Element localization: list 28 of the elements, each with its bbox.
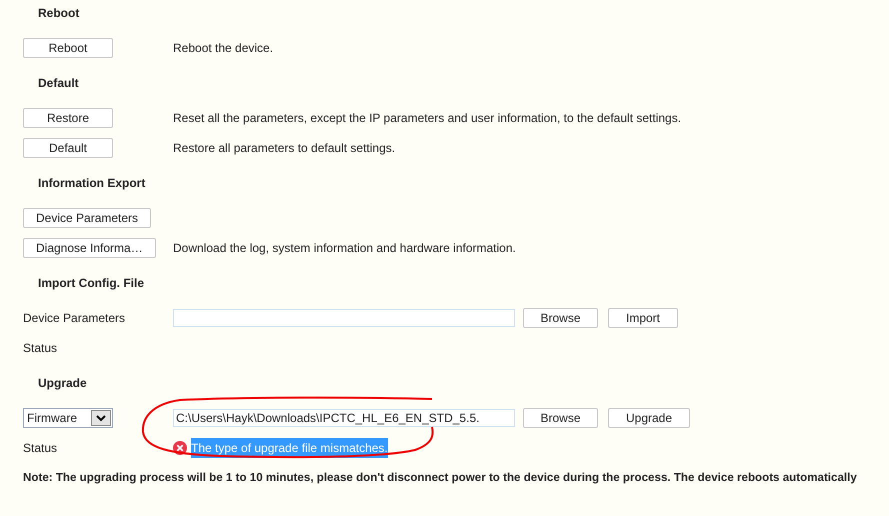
- type-dropdown[interactable]: Firmware: [23, 408, 113, 428]
- status-message: The type of upgrade file mismatches.: [191, 438, 388, 458]
- button[interactable]: Import: [608, 308, 678, 328]
- status-label: Status: [23, 440, 58, 457]
- section-heading: Upgrade: [38, 375, 88, 392]
- file-path-field[interactable]: C:\Users\Hayk\Downloads\IPCTC_HL_E6_EN_STD_5.5.: [173, 409, 515, 427]
- button[interactable]: Browse: [523, 408, 598, 428]
- section-heading: Default: [38, 75, 80, 92]
- button[interactable]: Device Parameters: [23, 208, 152, 228]
- note-text: Note: The upgrading process will be 1 to 10 minutes, please don't disconnect power to the device during the process. The device reboots automatically: [23, 470, 858, 486]
- button[interactable]: Diagnose Informa…: [23, 238, 156, 258]
- field-label: Device Parameters: [23, 310, 126, 327]
- button[interactable]: Reboot: [23, 38, 113, 58]
- section-heading: Import Config. File: [38, 275, 145, 292]
- button[interactable]: Browse: [523, 308, 598, 328]
- status-label: Status: [23, 340, 58, 357]
- description-text: Reset all the parameters, except the IP parameters and user information, to the default settings.: [173, 110, 682, 127]
- description-text: Download the log, system information and hardware information.: [173, 240, 516, 257]
- button[interactable]: Upgrade: [608, 408, 690, 428]
- dropdown-value: Firmware: [27, 410, 77, 427]
- file-path-field[interactable]: [173, 309, 515, 327]
- chevron-down-icon[interactable]: [96, 414, 106, 422]
- description-text: Reboot the device.: [173, 40, 274, 57]
- description-text: Restore all parameters to default settings.: [173, 140, 396, 157]
- section-heading: Information Export: [38, 175, 146, 192]
- button[interactable]: Default: [23, 138, 113, 158]
- section-heading: Reboot: [38, 5, 80, 22]
- button[interactable]: Restore: [23, 108, 113, 128]
